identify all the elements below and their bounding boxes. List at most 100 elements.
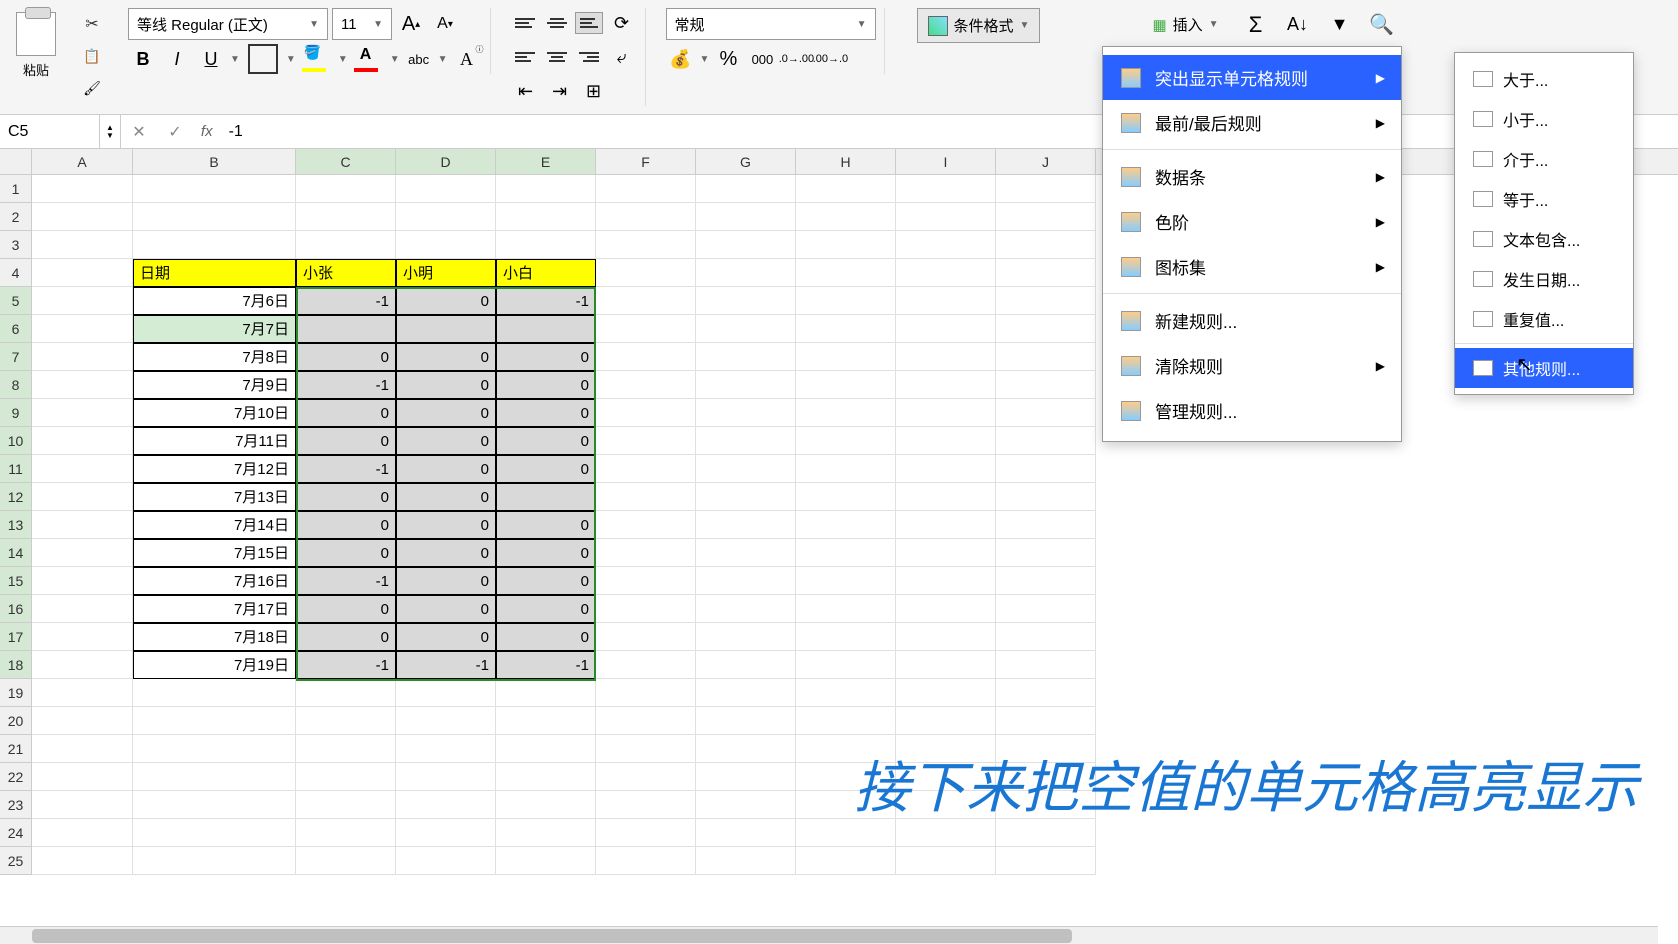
cell[interactable] <box>796 847 896 875</box>
cell[interactable] <box>596 455 696 483</box>
cell[interactable] <box>496 315 596 343</box>
cell[interactable] <box>796 455 896 483</box>
cell[interactable] <box>596 847 696 875</box>
cell[interactable] <box>696 707 796 735</box>
cell[interactable] <box>596 819 696 847</box>
cell[interactable]: 7月16日 <box>133 567 296 595</box>
cell[interactable] <box>696 511 796 539</box>
cell[interactable]: 7月14日 <box>133 511 296 539</box>
cell[interactable] <box>896 595 996 623</box>
cell[interactable]: 7月13日 <box>133 483 296 511</box>
cell[interactable] <box>796 511 896 539</box>
cell[interactable]: 0 <box>296 427 396 455</box>
cell[interactable] <box>396 203 496 231</box>
cell[interactable] <box>296 315 396 343</box>
align-middle-icon[interactable] <box>543 12 571 34</box>
cell[interactable] <box>596 511 696 539</box>
cell[interactable] <box>996 399 1096 427</box>
cell[interactable] <box>396 763 496 791</box>
increase-indent-icon[interactable]: ⇥ <box>545 76 575 106</box>
cell[interactable]: 0 <box>396 567 496 595</box>
bold-button[interactable]: B <box>128 44 158 74</box>
row-header[interactable]: 2 <box>0 203 32 231</box>
cell[interactable] <box>696 371 796 399</box>
cell[interactable] <box>32 427 133 455</box>
cell[interactable]: 0 <box>296 595 396 623</box>
orientation-icon[interactable]: ⟳ <box>607 8 637 38</box>
pinyin-button[interactable]: A <box>452 44 482 74</box>
cell-reference[interactable]: C5 <box>0 115 100 148</box>
cell[interactable] <box>596 735 696 763</box>
cell[interactable] <box>396 231 496 259</box>
select-all-corner[interactable] <box>0 149 32 174</box>
submenu-item[interactable]: 等于... <box>1455 179 1633 219</box>
cell[interactable] <box>896 679 996 707</box>
menu-item[interactable]: 新建规则... <box>1103 298 1401 343</box>
cell[interactable] <box>596 427 696 455</box>
cell[interactable] <box>296 175 396 203</box>
cell[interactable] <box>133 231 296 259</box>
column-header[interactable]: D <box>396 149 496 174</box>
cell[interactable] <box>696 623 796 651</box>
cell[interactable] <box>596 707 696 735</box>
merge-icon[interactable]: ⊞ <box>579 76 609 106</box>
chevron-down-icon[interactable]: ▼ <box>230 54 240 65</box>
abc-button[interactable]: abc <box>404 44 434 74</box>
cell[interactable]: 7月18日 <box>133 623 296 651</box>
cell[interactable] <box>996 455 1096 483</box>
cell[interactable] <box>896 707 996 735</box>
cell[interactable]: -1 <box>296 287 396 315</box>
cell[interactable] <box>596 483 696 511</box>
submenu-item[interactable]: 发生日期... <box>1455 259 1633 299</box>
menu-item[interactable]: 突出显示单元格规则▶ <box>1103 55 1401 100</box>
cell[interactable] <box>996 483 1096 511</box>
cell[interactable]: 7月15日 <box>133 539 296 567</box>
row-header[interactable]: 25 <box>0 847 32 875</box>
cell[interactable] <box>596 315 696 343</box>
cell[interactable] <box>32 203 133 231</box>
column-header[interactable]: F <box>596 149 696 174</box>
cell[interactable] <box>596 259 696 287</box>
cell[interactable] <box>32 259 133 287</box>
cell[interactable]: 0 <box>396 399 496 427</box>
paste-icon[interactable] <box>16 12 56 56</box>
cell[interactable] <box>496 735 596 763</box>
cell[interactable] <box>896 231 996 259</box>
row-header[interactable]: 3 <box>0 231 32 259</box>
cancel-formula-icon[interactable]: ✕ <box>121 115 157 148</box>
autosum-icon[interactable]: Σ <box>1241 10 1271 40</box>
cell[interactable]: 0 <box>396 371 496 399</box>
cell[interactable] <box>996 343 1096 371</box>
menu-item[interactable]: 清除规则▶ <box>1103 343 1401 388</box>
cell[interactable] <box>32 343 133 371</box>
row-header[interactable]: 19 <box>0 679 32 707</box>
cell[interactable] <box>996 175 1096 203</box>
cell[interactable] <box>296 707 396 735</box>
cell[interactable] <box>596 231 696 259</box>
cell[interactable]: 7月9日 <box>133 371 296 399</box>
find-icon[interactable]: 🔍 <box>1367 10 1397 40</box>
cell[interactable]: -1 <box>496 651 596 679</box>
cell[interactable] <box>496 847 596 875</box>
cell[interactable] <box>596 791 696 819</box>
cell[interactable] <box>133 203 296 231</box>
column-header[interactable]: B <box>133 149 296 174</box>
cell[interactable]: 0 <box>396 427 496 455</box>
cell[interactable]: 7月17日 <box>133 595 296 623</box>
cell[interactable]: 7月19日 <box>133 651 296 679</box>
cell[interactable]: 0 <box>496 371 596 399</box>
underline-button[interactable]: U <box>196 44 226 74</box>
submenu-item[interactable]: 小于... <box>1455 99 1633 139</box>
cell[interactable] <box>896 259 996 287</box>
number-format-select[interactable]: 常规 ▼ <box>666 8 876 40</box>
row-header[interactable]: 14 <box>0 539 32 567</box>
row-header[interactable]: 4 <box>0 259 32 287</box>
cell[interactable] <box>996 287 1096 315</box>
submenu-item[interactable]: 文本包含... <box>1455 219 1633 259</box>
cell[interactable]: 0 <box>396 343 496 371</box>
cell[interactable] <box>396 847 496 875</box>
cell[interactable]: 0 <box>296 483 396 511</box>
cell[interactable]: 0 <box>496 567 596 595</box>
cell[interactable]: -1 <box>396 651 496 679</box>
cell[interactable] <box>996 511 1096 539</box>
